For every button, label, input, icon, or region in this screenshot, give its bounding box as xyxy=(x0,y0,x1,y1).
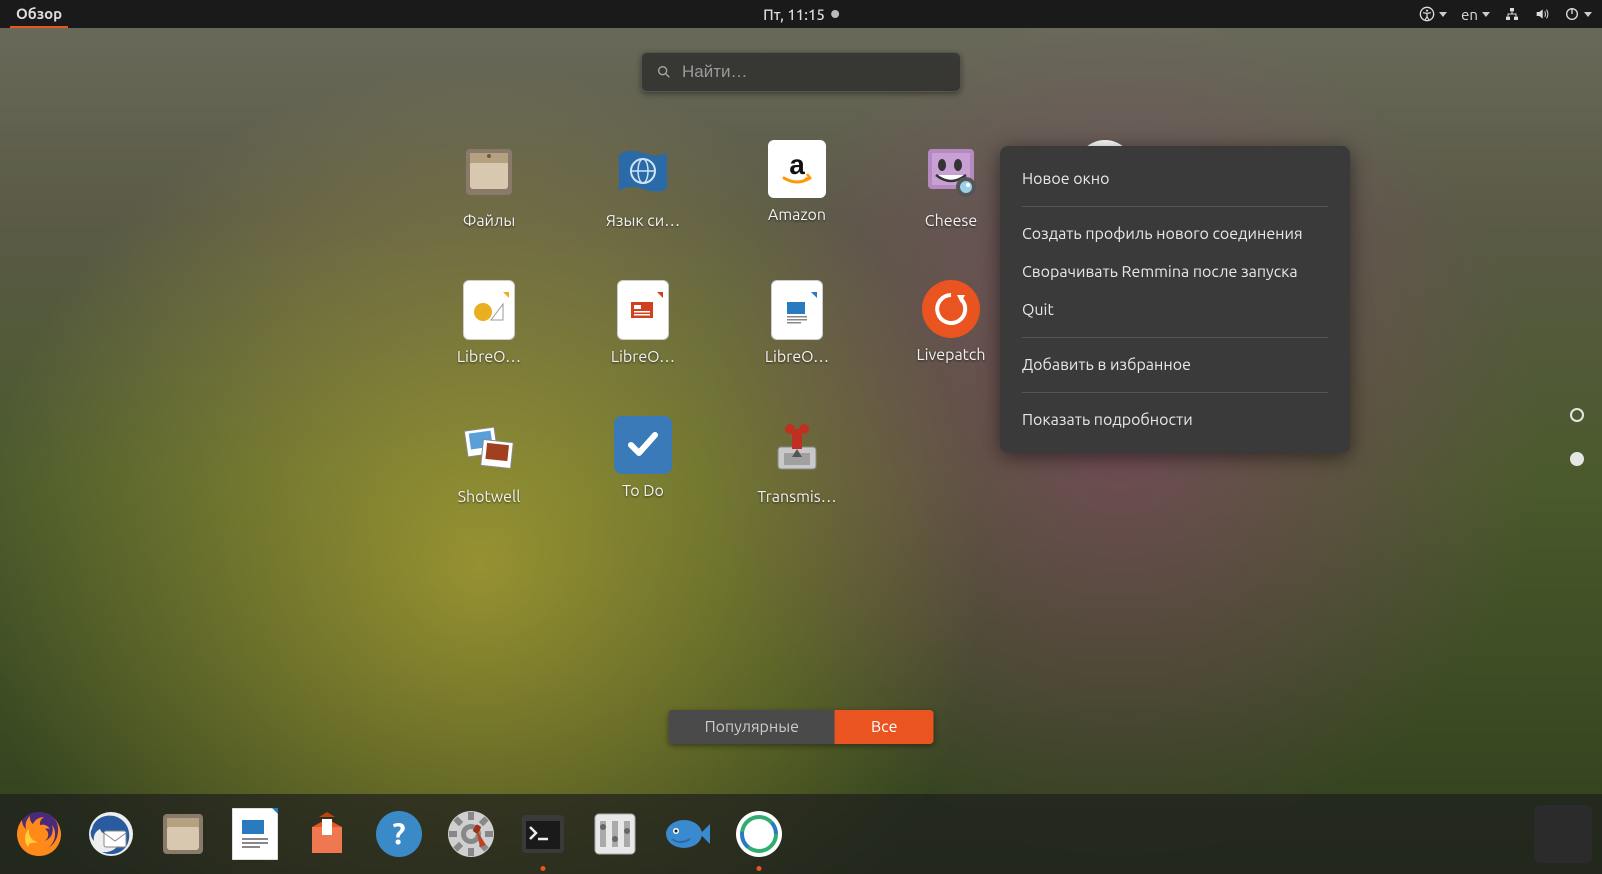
dock: ? xyxy=(0,794,1602,874)
app-libreoffice-impress[interactable]: LibreO… xyxy=(595,280,691,366)
software-icon xyxy=(302,809,352,859)
writer-dock-icon xyxy=(232,808,278,860)
app-label: Livepatch xyxy=(916,346,985,364)
cheese-icon xyxy=(919,140,983,204)
app-label: Cheese xyxy=(925,212,977,230)
dock-cisco[interactable] xyxy=(730,805,788,863)
workspace-2[interactable] xyxy=(1570,452,1584,466)
firefox-icon xyxy=(14,809,64,859)
help-icon: ? xyxy=(374,809,424,859)
tab-frequent[interactable]: Популярные xyxy=(669,710,835,744)
dock-software[interactable] xyxy=(298,805,356,863)
dock-settings[interactable] xyxy=(442,805,500,863)
cisco-dock-icon xyxy=(734,809,784,859)
context-quit[interactable]: Quit xyxy=(1000,291,1350,329)
network-icon[interactable] xyxy=(1504,6,1520,22)
workspace-switcher xyxy=(1570,408,1584,466)
tab-all[interactable]: Все xyxy=(835,710,933,744)
context-menu: Новое окно Создать профиль нового соедин… xyxy=(1000,146,1350,453)
libreoffice-draw-icon xyxy=(463,280,515,340)
app-label: Shotwell xyxy=(458,488,521,506)
dock-thunderbird[interactable] xyxy=(82,805,140,863)
dock-files[interactable] xyxy=(154,805,212,863)
workspace-1[interactable] xyxy=(1570,408,1584,422)
todo-icon xyxy=(614,416,672,474)
chevron-down-icon xyxy=(1439,12,1447,17)
app-libreoffice-draw[interactable]: LibreO… xyxy=(441,280,537,366)
svg-text:?: ? xyxy=(392,816,405,850)
power-menu[interactable] xyxy=(1564,6,1592,22)
chevron-down-icon xyxy=(1584,12,1592,17)
power-icon xyxy=(1564,6,1580,22)
search-field[interactable] xyxy=(641,52,961,92)
app-label: Amazon xyxy=(768,206,826,224)
files-dock-icon xyxy=(158,809,208,859)
notification-dot-icon xyxy=(831,10,839,18)
system-tray: en xyxy=(1419,6,1592,23)
transmission-icon xyxy=(765,416,829,480)
dock-utility[interactable] xyxy=(586,805,644,863)
clock-text: Пт, 11:15 xyxy=(763,6,825,23)
dock-firefox[interactable] xyxy=(10,805,68,863)
running-indicator-icon xyxy=(541,866,546,871)
app-label: Язык си… xyxy=(606,212,680,230)
libreoffice-impress-icon xyxy=(617,280,669,340)
libreoffice-writer-icon xyxy=(771,280,823,340)
app-label: LibreO… xyxy=(611,348,675,366)
app-label: Файлы xyxy=(463,212,516,230)
app-label: LibreO… xyxy=(765,348,829,366)
separator xyxy=(1022,392,1328,393)
separator xyxy=(1022,206,1328,207)
context-add-favorite[interactable]: Добавить в избранное xyxy=(1000,346,1350,384)
accessibility-icon xyxy=(1419,6,1435,22)
activities-button[interactable]: Обзор xyxy=(10,0,68,28)
dock-writer[interactable] xyxy=(226,805,284,863)
shotwell-icon xyxy=(457,416,521,480)
app-files[interactable]: Файлы xyxy=(441,140,537,230)
context-create-profile[interactable]: Создать профиль нового соединения xyxy=(1000,215,1350,253)
livepatch-icon xyxy=(922,280,980,338)
language-icon xyxy=(611,140,675,204)
running-indicator-icon xyxy=(757,866,762,871)
app-label: To Do xyxy=(622,482,664,500)
amazon-icon: a xyxy=(768,140,826,198)
input-language-menu[interactable]: en xyxy=(1461,6,1490,23)
app-cheese[interactable]: Cheese xyxy=(903,140,999,230)
volume-icon[interactable] xyxy=(1534,6,1550,22)
context-show-details[interactable]: Показать подробности xyxy=(1000,401,1350,439)
app-livepatch[interactable]: Livepatch xyxy=(903,280,999,366)
clock[interactable]: Пт, 11:15 xyxy=(763,6,839,23)
app-todo[interactable]: To Do xyxy=(595,416,691,506)
dock-bluefish[interactable] xyxy=(658,805,716,863)
language-label: en xyxy=(1461,6,1478,23)
app-label: LibreO… xyxy=(457,348,521,366)
thunderbird-icon xyxy=(86,809,136,859)
dock-terminal[interactable] xyxy=(514,805,572,863)
top-bar: Обзор Пт, 11:15 en xyxy=(0,0,1602,28)
accessibility-menu[interactable] xyxy=(1419,6,1447,22)
chevron-down-icon xyxy=(1482,12,1490,17)
app-amazon[interactable]: a Amazon xyxy=(749,140,845,230)
sound-icon xyxy=(1534,6,1550,22)
separator xyxy=(1022,337,1328,338)
context-minimize-after-launch[interactable]: Сворачивать Remmina после запуска xyxy=(1000,253,1350,291)
search-input[interactable] xyxy=(682,62,946,82)
svg-text:a: a xyxy=(789,149,805,180)
app-label: Transmis… xyxy=(757,488,836,506)
show-applications-button[interactable] xyxy=(1534,805,1592,863)
files-icon xyxy=(457,140,521,204)
app-transmission[interactable]: Transmis… xyxy=(749,416,845,506)
bluefish-icon xyxy=(662,809,712,859)
context-new-window[interactable]: Новое окно xyxy=(1000,160,1350,198)
terminal-icon xyxy=(518,809,568,859)
dock-help[interactable]: ? xyxy=(370,805,428,863)
utility-icon xyxy=(590,809,640,859)
app-language-support[interactable]: Язык си… xyxy=(595,140,691,230)
search-icon xyxy=(656,64,672,80)
app-libreoffice-writer[interactable]: LibreO… xyxy=(749,280,845,366)
view-tabs: Популярные Все xyxy=(669,710,934,744)
network-wired-icon xyxy=(1504,6,1520,22)
app-shotwell[interactable]: Shotwell xyxy=(441,416,537,506)
settings-icon xyxy=(446,809,496,859)
